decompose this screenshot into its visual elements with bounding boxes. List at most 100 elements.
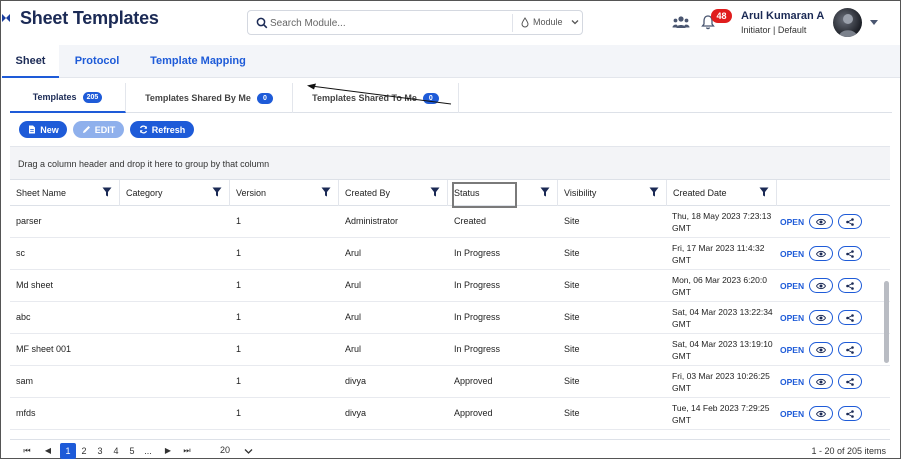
- table-row[interactable]: sc 1 Arul In Progress Site Fri, 17 Mar 2023 1…: [10, 238, 890, 270]
- top-bar: Sheet Templates Module 48 Arul Kumaran A…: [1, 1, 900, 45]
- filter-icon[interactable]: [212, 187, 222, 197]
- search-input[interactable]: [270, 15, 510, 31]
- table-row[interactable]: Md sheet 1 Arul In Progress Site Mon, 06 Mar …: [10, 270, 890, 302]
- cell-version: 1: [236, 312, 242, 322]
- page-ellipsis[interactable]: ...: [140, 443, 156, 459]
- page-number[interactable]: 1: [60, 443, 76, 459]
- share-button[interactable]: [838, 278, 862, 293]
- edit-button[interactable]: EDIT: [73, 121, 124, 138]
- cell-created-date: Sat, 04 Mar 2023 13:22:34 GMT: [672, 306, 780, 330]
- subtab-label: Templates Shared By Me: [145, 93, 251, 103]
- cell-created-date: Tue, 14 Feb 2023 7:29:25 GMT: [672, 402, 780, 426]
- refresh-button[interactable]: Refresh: [130, 121, 194, 138]
- date-line: GMT: [672, 319, 691, 329]
- cell-status: In Progress: [454, 344, 501, 354]
- open-link[interactable]: OPEN: [780, 377, 804, 387]
- view-button[interactable]: [809, 406, 833, 421]
- cell-status: Created: [454, 216, 487, 226]
- column-header-visibility[interactable]: Visibility: [558, 180, 667, 206]
- filter-icon[interactable]: [759, 187, 769, 197]
- share-icon: [846, 409, 854, 418]
- view-button[interactable]: [809, 342, 833, 357]
- subtab-shared-by-me[interactable]: Templates Shared By Me 0: [126, 83, 293, 113]
- view-button[interactable]: [809, 310, 833, 325]
- first-page-icon[interactable]: ⏮: [20, 444, 34, 458]
- filter-icon[interactable]: [321, 187, 331, 197]
- share-button[interactable]: [838, 406, 862, 421]
- share-icon: [846, 345, 854, 354]
- subtab-templates[interactable]: Templates 205: [10, 83, 126, 113]
- tab-protocol[interactable]: Protocol: [59, 45, 135, 78]
- last-page-icon[interactable]: ⏭: [180, 444, 194, 458]
- column-header-created-date[interactable]: Created Date: [667, 180, 777, 206]
- open-link[interactable]: OPEN: [780, 345, 804, 355]
- cell-created-date: Sat, 04 Mar 2023 13:19:10 GMT: [672, 338, 780, 362]
- content-panel: Templates 205 Templates Shared By Me 0 T…: [2, 78, 900, 459]
- chevron-down-icon[interactable]: [244, 447, 253, 454]
- vertical-scrollbar[interactable]: [884, 281, 889, 363]
- next-page-icon[interactable]: ▶: [161, 444, 175, 458]
- date-line: Sat, 04 Mar 2023 13:22:34: [672, 307, 773, 317]
- date-line: GMT: [672, 287, 691, 297]
- users-icon[interactable]: [672, 15, 690, 29]
- table-row[interactable]: mfds 1 divya Approved Site Tue, 14 Feb 2023 7…: [10, 398, 890, 430]
- open-link[interactable]: OPEN: [780, 313, 804, 323]
- main-tabs: Sheet Protocol Template Mapping: [2, 45, 900, 78]
- group-drop-zone[interactable]: Drag a column header and drop it here to…: [10, 146, 890, 179]
- cell-created-by: Arul: [345, 248, 362, 258]
- share-button[interactable]: [838, 246, 862, 261]
- filter-icon[interactable]: [102, 187, 112, 197]
- open-link[interactable]: OPEN: [780, 409, 804, 419]
- prev-page-icon[interactable]: ◀: [41, 444, 55, 458]
- filter-icon[interactable]: [540, 187, 550, 197]
- grid-header: Sheet Name Category Version Created By S…: [10, 180, 890, 208]
- filter-icon[interactable]: [430, 187, 440, 197]
- cell-created-date: Mon, 06 Mar 2023 6:20:0 GMT: [672, 274, 780, 298]
- table-row[interactable]: abc 1 Arul In Progress Site Sat, 04 Mar 2023 …: [10, 302, 890, 334]
- date-line: GMT: [672, 383, 691, 393]
- view-button[interactable]: [809, 278, 833, 293]
- column-header-version[interactable]: Version: [230, 180, 339, 206]
- share-button[interactable]: [838, 342, 862, 357]
- column-header-category[interactable]: Category: [120, 180, 230, 206]
- column-header-status[interactable]: Status: [448, 180, 558, 206]
- table-row[interactable]: sam 1 divya Approved Site Fri, 03 Mar 2023 10…: [10, 366, 890, 398]
- share-button[interactable]: [838, 310, 862, 325]
- drag-hint-arrow: [307, 83, 452, 105]
- tab-sheet[interactable]: Sheet: [2, 45, 59, 78]
- share-button[interactable]: [838, 214, 862, 229]
- page-title: Sheet Templates: [20, 8, 159, 28]
- page-number[interactable]: 2: [76, 443, 92, 459]
- table-row[interactable]: MF sheet 001 1 Arul In Progress Site Sat, 04 …: [10, 334, 890, 366]
- count-badge: 205: [82, 91, 103, 103]
- templates-grid: Sheet Name Category Version Created By S…: [10, 179, 890, 431]
- page-number[interactable]: 5: [124, 443, 140, 459]
- column-header-created-by[interactable]: Created By: [339, 180, 448, 206]
- page-size-select[interactable]: 20: [220, 445, 230, 455]
- pencil-icon: [82, 126, 90, 133]
- avatar[interactable]: [833, 8, 862, 37]
- column-header-sheet-name[interactable]: Sheet Name: [10, 180, 120, 206]
- eye-icon: [816, 218, 826, 225]
- caret-down-icon[interactable]: [870, 18, 878, 25]
- open-link[interactable]: OPEN: [780, 217, 804, 227]
- cell-sheet-name: sc: [16, 248, 25, 258]
- page-number[interactable]: 3: [92, 443, 108, 459]
- pager: ⏮ ◀ 1 2 3 4 5 ... ▶ ⏭ 20 1 - 20 of 205 i…: [10, 439, 890, 459]
- share-button[interactable]: [838, 374, 862, 389]
- sidebar-toggle-icon[interactable]: [1, 12, 11, 24]
- page-number[interactable]: 4: [108, 443, 124, 459]
- open-link[interactable]: OPEN: [780, 281, 804, 291]
- view-button[interactable]: [809, 246, 833, 261]
- view-button[interactable]: [809, 214, 833, 229]
- view-button[interactable]: [809, 374, 833, 389]
- cell-status: In Progress: [454, 312, 501, 322]
- filter-icon[interactable]: [649, 187, 659, 197]
- tab-template-mapping[interactable]: Template Mapping: [135, 45, 261, 78]
- search-box: Module: [247, 10, 583, 35]
- cell-status: Approved: [454, 376, 493, 386]
- open-link[interactable]: OPEN: [780, 249, 804, 259]
- new-button[interactable]: New: [19, 121, 67, 138]
- table-row[interactable]: parser 1 Administrator Created Site Thu, 18 M…: [10, 206, 890, 238]
- module-select[interactable]: Module: [518, 11, 582, 34]
